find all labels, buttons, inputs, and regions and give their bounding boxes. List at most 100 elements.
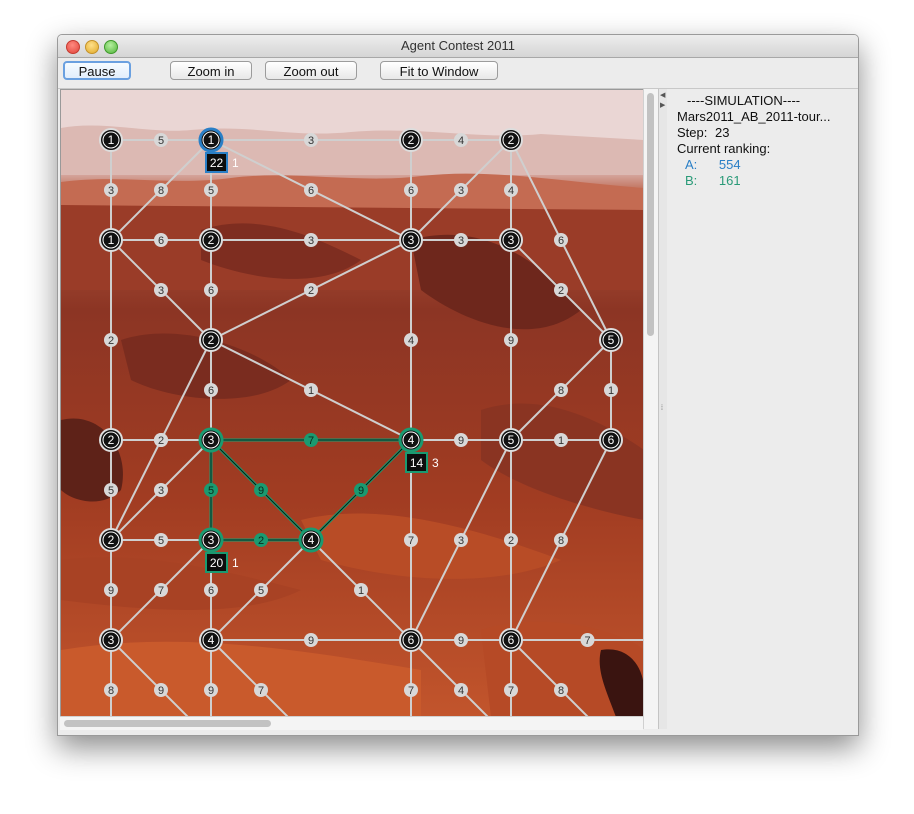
edge-weight-label: 8 <box>558 535 564 547</box>
map-horizontal-scrollbar[interactable] <box>60 716 643 730</box>
edge-weight-label: 2 <box>108 335 114 347</box>
pause-button[interactable]: Pause <box>63 61 131 80</box>
collapse-left-icon[interactable]: ◀ <box>660 91 665 99</box>
edge-weight-label: 8 <box>558 685 564 697</box>
edge-weight-label: 6 <box>308 185 314 197</box>
edge-weight-label: 1 <box>358 585 364 597</box>
graph-node-value: 6 <box>508 633 515 647</box>
edge-weight-label: 9 <box>358 485 364 497</box>
graph-node-value: 3 <box>408 233 415 247</box>
edge-weight-label: 1 <box>558 435 564 447</box>
edge-weight-label: 2 <box>508 535 514 547</box>
graph-node-value: 3 <box>208 433 215 447</box>
graph-node-value: 1 <box>208 133 215 147</box>
edge-weight-label: 1 <box>308 385 314 397</box>
window-title: Agent Contest 2011 <box>401 38 515 53</box>
edge-weight-label: 7 <box>258 685 264 697</box>
collapse-right-icon[interactable]: ▶ <box>660 101 665 109</box>
horizontal-scroll-thumb[interactable] <box>64 720 271 727</box>
graph-node-value: 4 <box>308 533 315 547</box>
edge-weight-label: 9 <box>458 435 464 447</box>
toolbar: Pause Zoom in Zoom out Fit to Window <box>58 58 858 89</box>
graph-node-value: 1 <box>108 233 115 247</box>
agent-extra-label: 1 <box>232 156 239 170</box>
ranking-team-b: B: 161 <box>685 173 741 188</box>
graph-node-value: 6 <box>408 633 415 647</box>
team-b-name: B: <box>685 173 698 188</box>
edge-weight-label: 6 <box>158 235 164 247</box>
edge-weight-label: 5 <box>258 585 264 597</box>
zoom-in-button[interactable]: Zoom in <box>170 61 252 80</box>
edge-weight-label: 3 <box>458 235 464 247</box>
ranking-team-a: A: 554 <box>685 157 741 172</box>
edge-weight-label: 6 <box>408 185 414 197</box>
title-bar: Agent Contest 2011 <box>58 35 858 58</box>
edge-weight-label: 6 <box>208 285 214 297</box>
edge-weight-label: 8 <box>108 685 114 697</box>
edge-weight-label: 3 <box>308 235 314 247</box>
edge-weight-label: 6 <box>208 585 214 597</box>
edge-weight-label: 9 <box>458 635 464 647</box>
edge-weight-label: 9 <box>308 635 314 647</box>
agent-label: 20 <box>210 556 224 570</box>
edge-weight-label: 5 <box>108 485 114 497</box>
graph-node-value: 5 <box>608 333 615 347</box>
edge-weight-label: 7 <box>308 435 314 447</box>
edge-weight-label: 7 <box>408 685 414 697</box>
step-value: 23 <box>714 125 730 140</box>
fit-to-window-button[interactable]: Fit to Window <box>380 61 498 80</box>
edge-weight-label: 4 <box>458 685 464 697</box>
edge-weight-label: 4 <box>408 335 414 347</box>
graph-node-value: 4 <box>408 433 415 447</box>
edge-weight-label: 7 <box>408 535 414 547</box>
edge-weight-label: 8 <box>558 385 564 397</box>
simulation-header: ----SIMULATION---- <box>687 93 801 108</box>
edge-weight-label: 2 <box>258 535 264 547</box>
edge-weight-label: 9 <box>108 585 114 597</box>
main-window: Agent Contest 2011 Pause Zoom in Zoom ou… <box>57 34 859 736</box>
edge-weight-label: 5 <box>208 185 214 197</box>
graph-node-value: 3 <box>208 533 215 547</box>
graph-node-value: 4 <box>208 633 215 647</box>
team-b-score: 161 <box>718 173 741 188</box>
drag-handle-icon[interactable]: ⁞ <box>661 405 663 412</box>
edge-weight-label: 5 <box>208 485 214 497</box>
edge-weight-label: 3 <box>158 285 164 297</box>
graph-node-value: 2 <box>108 433 115 447</box>
edge-weight-label: 3 <box>458 185 464 197</box>
edge-weight-label: 7 <box>158 585 164 597</box>
team-a-score: 554 <box>718 157 741 172</box>
agent-extra-label: 3 <box>432 456 439 470</box>
edge-weight-label: 5 <box>158 535 164 547</box>
zoom-out-button[interactable]: Zoom out <box>265 61 357 80</box>
edge-weight-label: 9 <box>208 685 214 697</box>
edge-weight-label: 2 <box>308 285 314 297</box>
team-a-name: A: <box>685 157 698 172</box>
graph-node-value: 2 <box>108 533 115 547</box>
edge-weight-label: 9 <box>258 485 264 497</box>
terrain-background <box>61 90 644 717</box>
edge-weight-label: 9 <box>508 335 514 347</box>
map-graph[interactable]: 5 3 4 3 8 5 6 6 3 4 6 3 3 2 3 6 2 6 2 6 1 8 4 9 8 1 2 7 9 1 5 3 5 9 9 7 3 2 8 5… <box>61 90 644 717</box>
agent-label: 22 <box>210 156 224 170</box>
graph-node-value: 6 <box>608 433 615 447</box>
edge-weight-label: 5 <box>158 135 164 147</box>
graph-node-value: 2 <box>208 333 215 347</box>
edge-weight-label: 3 <box>108 185 114 197</box>
graph-node-value: 5 <box>508 433 515 447</box>
map-vertical-scrollbar[interactable] <box>643 89 658 729</box>
edge-weight-label: 2 <box>558 285 564 297</box>
edge-weight-label: 4 <box>508 185 514 197</box>
map-canvas[interactable]: 5 3 4 3 8 5 6 6 3 4 6 3 3 2 3 6 2 6 2 6 1 8 4 9 8 1 2 7 9 1 5 3 5 9 9 7 3 2 8 5… <box>60 89 645 718</box>
simulation-info-panel: ----SIMULATION---- Mars2011_AB_2011-tour… <box>667 89 856 729</box>
graph-node-value: 2 <box>208 233 215 247</box>
graph-node-value: 1 <box>108 133 115 147</box>
ranking-label: Current ranking: <box>677 141 771 156</box>
step-row: Step: 23 <box>677 125 729 140</box>
edge-weight-label: 7 <box>508 685 514 697</box>
edge-weight-label: 8 <box>158 185 164 197</box>
agent-label: 14 <box>410 456 424 470</box>
vertical-scroll-thumb[interactable] <box>647 93 654 336</box>
edge-weight-label: 3 <box>308 135 314 147</box>
edge-weight-label: 7 <box>584 635 590 647</box>
